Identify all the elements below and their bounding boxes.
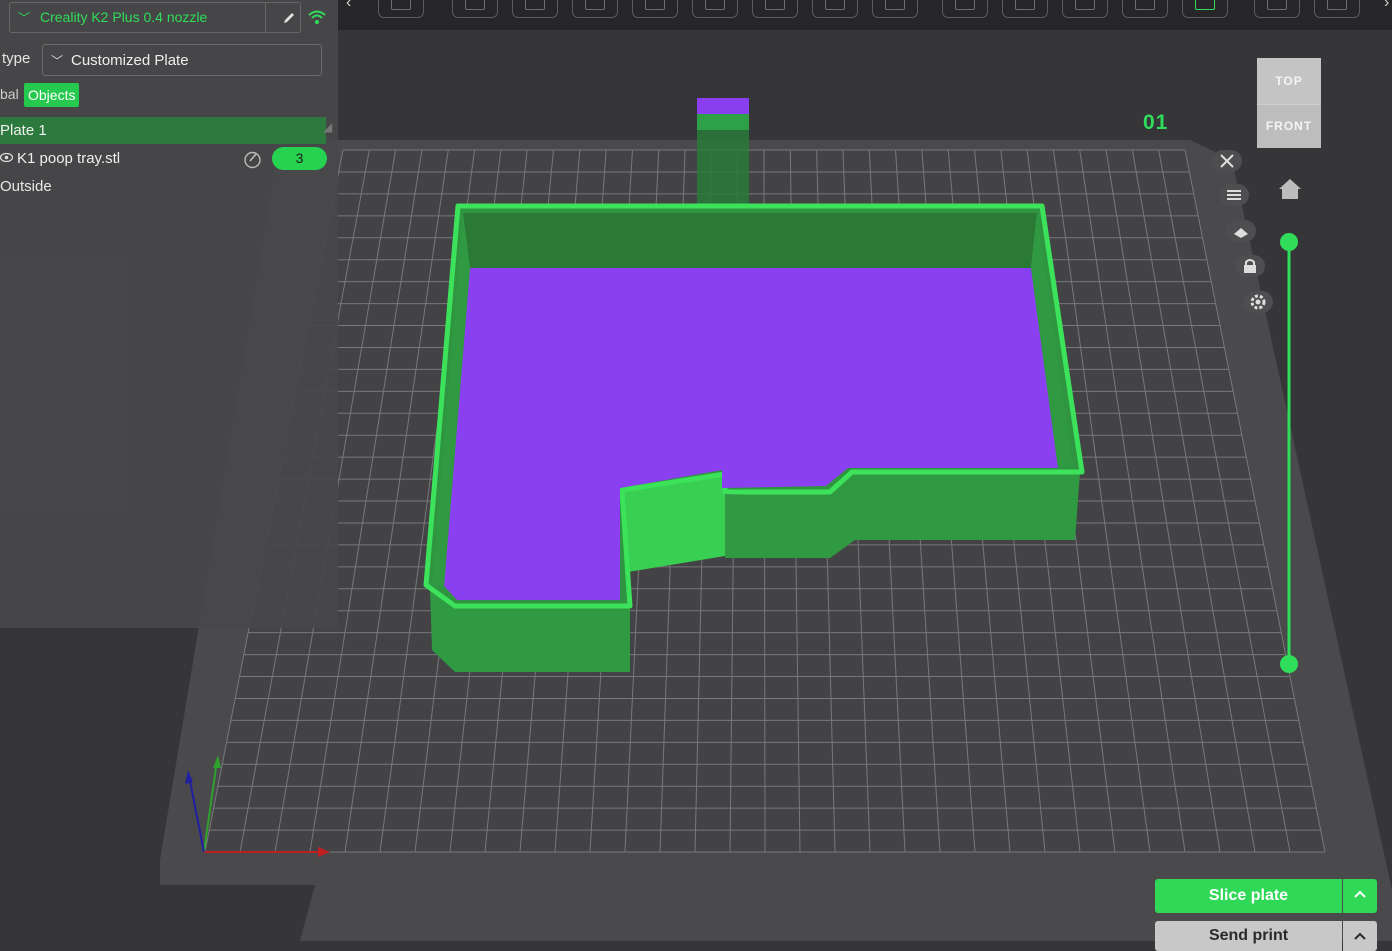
main-toolbar: ‹ › [338, 0, 1392, 30]
auto-orient-icon[interactable] [1226, 220, 1256, 242]
text-icon[interactable] [1182, 0, 1228, 18]
send-print-button[interactable]: Send print [1155, 921, 1342, 951]
slice-plate-button[interactable]: Slice plate [1155, 879, 1342, 913]
fill-icon[interactable] [1002, 0, 1048, 18]
tower-object [697, 98, 749, 208]
edit-pencil-icon[interactable] [282, 11, 296, 25]
hollow-icon[interactable] [1062, 0, 1108, 18]
toolbar-scroll-right-icon[interactable]: › [1384, 0, 1389, 12]
measure-icon[interactable] [872, 0, 918, 18]
filament-count-badge[interactable]: 3 [272, 147, 327, 170]
send-options-button[interactable] [1343, 921, 1377, 951]
view-front-face[interactable]: FRONT [1257, 105, 1321, 148]
home-icon[interactable] [1277, 176, 1303, 202]
scale-icon[interactable] [812, 0, 858, 18]
plate-number: 01 [1143, 111, 1169, 134]
chevron-down-icon: ﹀ [51, 54, 64, 68]
printer-icon[interactable] [1314, 0, 1360, 18]
cut-icon[interactable] [572, 0, 618, 18]
seam-icon[interactable] [942, 0, 988, 18]
plate-type-value: Customized Plate [71, 52, 189, 69]
boolean-icon[interactable] [1122, 0, 1168, 18]
plate-type-label: type [2, 50, 31, 67]
gear-icon[interactable] [1243, 291, 1273, 313]
left-panel: ﹀ Creality K2 Plus 0.4 nozzle type ﹀ Cus… [0, 0, 338, 628]
plate-settings-list-icon[interactable] [1219, 184, 1249, 206]
view-cube[interactable]: TOP FRONT [1257, 58, 1321, 148]
tab-global[interactable]: bal [0, 86, 19, 102]
color-paint-icon[interactable] [243, 150, 262, 169]
lock-icon[interactable] [1235, 255, 1265, 277]
chevron-down-icon: ﹀ [18, 11, 31, 25]
plate-icon[interactable] [1254, 0, 1300, 18]
wifi-icon[interactable] [307, 9, 327, 25]
arrange-icon[interactable] [452, 0, 498, 18]
eye-icon[interactable] [0, 153, 13, 162]
plate-list-item[interactable]: Plate 1 [0, 117, 326, 144]
view-top-face[interactable]: TOP [1257, 58, 1321, 104]
outside-group-label: Outside [0, 178, 52, 195]
printer-selector[interactable]: ﹀ Creality K2 Plus 0.4 nozzle [9, 2, 301, 33]
toolbar-scroll-left-icon[interactable]: ‹ [346, 0, 351, 12]
plate-type-dropdown[interactable]: ﹀ Customized Plate [42, 44, 322, 76]
divider [265, 3, 266, 32]
remove-plate-button[interactable] [1212, 150, 1242, 172]
layers-icon[interactable] [632, 0, 678, 18]
paint-tool-icon[interactable] [692, 0, 738, 18]
tab-objects[interactable]: Objects [24, 83, 80, 107]
slice-options-button[interactable] [1343, 879, 1377, 913]
orient-icon[interactable] [512, 0, 558, 18]
collapse-icon[interactable]: ◢ [323, 120, 332, 134]
chevron-up-icon [1354, 932, 1366, 940]
support-icon[interactable] [752, 0, 798, 18]
object-name: K1 poop tray.stl [17, 150, 121, 167]
printer-name: Creality K2 Plus 0.4 nozzle [40, 9, 208, 25]
plate-label: Plate 1 [0, 122, 47, 139]
add-icon[interactable] [378, 0, 424, 18]
chevron-up-icon [1354, 890, 1366, 898]
object-list-item[interactable]: K1 poop tray.stl 3 [0, 146, 330, 172]
